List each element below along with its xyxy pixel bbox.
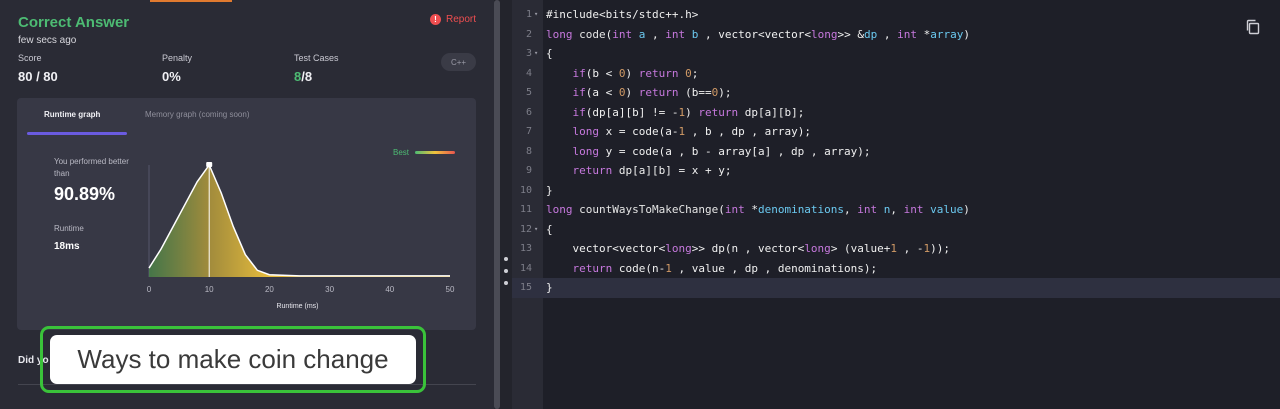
penalty-label: Penalty <box>162 53 193 63</box>
test-cases-value: 8/8 <box>294 69 339 84</box>
x-tick-label: 20 <box>265 285 274 294</box>
line-number: 7 <box>525 126 532 137</box>
runtime-area <box>149 165 450 277</box>
submission-status: Correct Answer <box>18 14 130 31</box>
fold-arrow-icon[interactable]: ▾ <box>534 220 538 240</box>
score-label: Score <box>18 53 42 63</box>
line-number: 10 <box>519 184 532 196</box>
line-number: 5 <box>525 87 532 98</box>
report-button[interactable]: ! Report <box>430 14 476 25</box>
caption-text: Ways to make coin change <box>50 335 416 384</box>
code-text: if(b < 0) return 0; <box>572 66 699 80</box>
test-cases-stat: Test Cases 8/8 <box>294 53 339 84</box>
code-line[interactable]: 2 long code(int a , int b , vector<vector… <box>512 25 1280 45</box>
submission-panel: Correct Answer few secs ago ! Report Sco… <box>0 0 494 409</box>
code-line[interactable]: 6 if(dp[a][b] != -1) return dp[a][b]; <box>512 103 1280 123</box>
code-text: vector<vector<long>> dp(n , vector<long>… <box>546 242 951 255</box>
x-tick-label: 50 <box>446 285 455 294</box>
code-line[interactable]: 8 long y = code(a , b - array[a] , dp , … <box>512 142 1280 162</box>
x-tick-label: 40 <box>385 285 394 294</box>
splitter-grip-dot <box>504 269 508 273</box>
code-text: return dp[a][b] = x + y; <box>572 164 732 177</box>
score-value: 80 / 80 <box>18 69 58 84</box>
penalty-stat: Penalty 0% <box>162 53 192 84</box>
fold-arrow-icon[interactable]: ▾ <box>534 5 538 25</box>
code-line[interactable]: 3 ▾ { <box>512 44 1280 64</box>
code-text: #include<bits/stdc++.h> <box>546 8 699 21</box>
code-text: { <box>546 222 553 236</box>
code-text: long x = code(a-1 , b , dp , array); <box>572 125 811 138</box>
code-text: } <box>546 281 553 294</box>
panel-splitter[interactable] <box>500 0 512 409</box>
penalty-value: 0% <box>162 69 181 84</box>
line-number: 6 <box>525 106 532 118</box>
score-stat: Score 80 / 80 <box>18 53 58 84</box>
code-text: if(a < 0) return (b==0); <box>572 86 732 99</box>
line-number: 4 <box>525 67 532 79</box>
line-number: 14 <box>519 262 532 274</box>
code-text: { <box>546 47 553 60</box>
code-text: long y = code(a , b - array[a] , dp , ar… <box>572 144 871 158</box>
runtime-chart: 0 10 20 30 40 50 Runtime (ms) <box>147 162 455 310</box>
fold-arrow-icon[interactable]: ▾ <box>534 44 538 64</box>
code-line[interactable]: 11 long countWaysToMakeChange(int *denomi… <box>512 200 1280 220</box>
code-text: long countWaysToMakeChange(int *denomina… <box>546 203 970 216</box>
x-tick-label: 10 <box>205 285 214 294</box>
code-line[interactable]: 5 if(a < 0) return (b==0); <box>512 83 1280 103</box>
submission-time: few secs ago <box>18 35 77 46</box>
copy-icon[interactable] <box>1244 18 1262 36</box>
code-line[interactable]: 13 vector<vector<long>> dp(n , vector<lo… <box>512 239 1280 259</box>
splitter-grip-dot <box>504 281 508 285</box>
code-text: if(dp[a][b] != -1) return dp[a][b]; <box>572 105 805 119</box>
line-number: 2 <box>525 28 532 40</box>
code-text: long code(int a , int b , vector<vector<… <box>546 27 970 41</box>
your-runtime-marker-cap[interactable] <box>206 162 213 167</box>
code-line[interactable]: 7 long x = code(a-1 , b , dp , array); <box>512 122 1280 142</box>
code-line[interactable]: 9 return dp[a][b] = x + y; <box>512 161 1280 181</box>
code-text: } <box>546 183 553 197</box>
code-editor[interactable]: 1 ▾ #include<bits/stdc++.h> 2 long code(int … <box>512 0 1280 409</box>
code-line[interactable]: 4 if(b < 0) return 0; <box>512 64 1280 84</box>
test-cases-total: /8 <box>301 69 313 84</box>
alert-icon: ! <box>430 14 441 25</box>
active-tab-indicator <box>150 0 232 2</box>
code-line[interactable]: 15} <box>512 278 1280 298</box>
line-number: 3 <box>525 48 532 59</box>
line-number: 15 <box>519 282 532 293</box>
line-number: 13 <box>519 243 532 254</box>
x-tick-label: 0 <box>147 285 152 294</box>
test-cases-label: Test Cases <box>294 53 339 63</box>
x-axis-label: Runtime (ms) <box>276 303 318 310</box>
x-tick-label: 30 <box>325 285 334 294</box>
language-badge: C++ <box>441 53 476 71</box>
report-label: Report <box>446 14 477 25</box>
code-line[interactable]: 12 ▾ { <box>512 220 1280 240</box>
caption-overlay: Ways to make coin change <box>40 326 426 393</box>
code-line[interactable]: 1 ▾ #include<bits/stdc++.h> <box>512 5 1280 25</box>
line-number: 9 <box>525 165 532 176</box>
line-number: 8 <box>525 145 532 157</box>
code-line[interactable]: 14 return code(n-1 , value , dp , denomi… <box>512 259 1280 279</box>
code-line[interactable]: 10} <box>512 181 1280 201</box>
line-number: 1 <box>525 9 532 20</box>
line-number: 12 <box>519 223 532 235</box>
graph-card: Runtime graph Memory graph (coming soon)… <box>17 98 476 330</box>
line-number: 11 <box>519 204 532 215</box>
splitter-grip-dot <box>504 257 508 261</box>
code-text: return code(n-1 , value , dp , denominat… <box>572 261 878 275</box>
